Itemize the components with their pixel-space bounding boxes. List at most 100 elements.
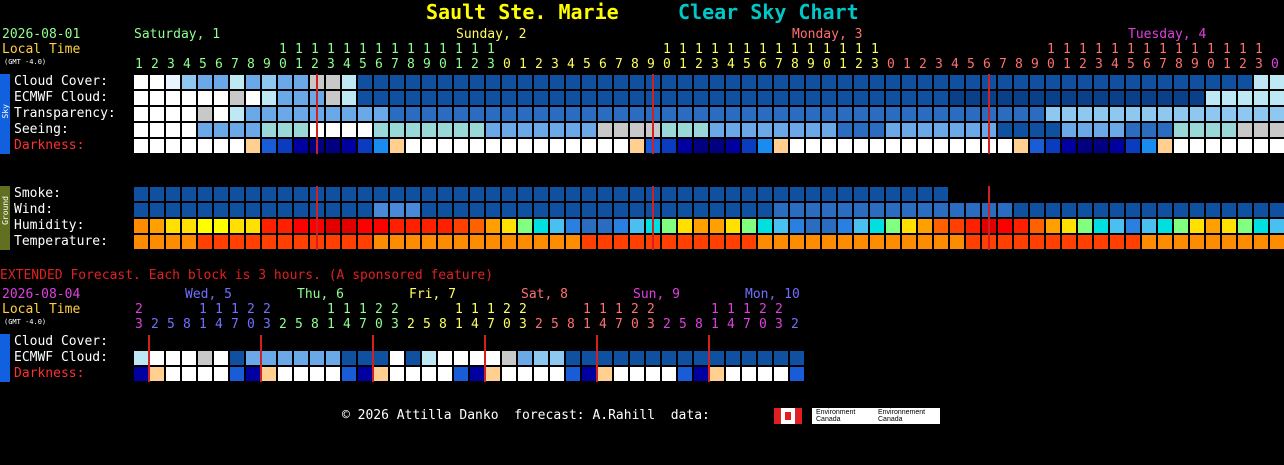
forecast-cell — [230, 139, 244, 153]
humidity-cell — [630, 219, 644, 233]
ext-midnight-line — [372, 335, 374, 382]
humidity-cell — [822, 219, 836, 233]
hour-ones: 5 — [199, 57, 207, 72]
forecast-cell — [838, 75, 852, 89]
forecast-cell — [1126, 139, 1140, 153]
temperature-cell — [502, 235, 516, 249]
wind-cell — [390, 203, 404, 217]
forecast-cell — [1190, 123, 1204, 137]
forecast-cell — [422, 123, 436, 137]
ext-hour-ones: 0 — [247, 317, 255, 332]
ext-hour-ones: 3 — [647, 317, 655, 332]
ext-hour-ones: 2 — [151, 317, 159, 332]
temperature-cell — [838, 235, 852, 249]
wind-cell — [406, 203, 420, 217]
ext-cloud-cell — [726, 351, 740, 365]
smoke-cell — [774, 187, 788, 201]
hour-tens: 1 — [1047, 42, 1055, 57]
forecast-cell — [742, 139, 756, 153]
humidity-cell — [742, 219, 756, 233]
forecast-cell — [374, 123, 388, 137]
humidity-cell — [470, 219, 484, 233]
humidity-cell — [278, 219, 292, 233]
forecast-cell — [1078, 75, 1092, 89]
wind-cell — [662, 203, 676, 217]
temperature-cell — [854, 235, 868, 249]
hour-ones: 5 — [967, 57, 975, 72]
humidity-cell — [582, 219, 596, 233]
forecast-cell — [678, 123, 692, 137]
forecast-cell — [454, 107, 468, 121]
ext-darkness-cell — [310, 367, 324, 381]
hour-ones: 0 — [1047, 57, 1055, 72]
forecast-cell — [998, 75, 1012, 89]
forecast-cell — [246, 75, 260, 89]
forecast-cell — [486, 139, 500, 153]
forecast-cell — [214, 91, 228, 105]
ext-hour-ones: 5 — [167, 317, 175, 332]
ext-cloud-cell — [502, 351, 516, 365]
forecast-cell — [662, 107, 676, 121]
forecast-cell — [934, 139, 948, 153]
ext-cloud-cell — [310, 351, 324, 365]
forecast-cell — [230, 75, 244, 89]
forecast-cell — [998, 91, 1012, 105]
ext-darkness-cell — [406, 367, 420, 381]
forecast-cell — [1142, 139, 1156, 153]
forecast-cell — [838, 139, 852, 153]
forecast-cell — [870, 91, 884, 105]
smoke-cell — [886, 187, 900, 201]
forecast-cell — [742, 75, 756, 89]
humidity-cell — [1158, 219, 1172, 233]
forecast-cell — [1270, 91, 1284, 105]
hour-ones: 3 — [327, 57, 335, 72]
forecast-cell — [1046, 123, 1060, 137]
hour-ones: 2 — [151, 57, 159, 72]
forecast-cell — [1238, 75, 1252, 89]
ext-darkness-cell — [326, 367, 340, 381]
forecast-cell — [1222, 75, 1236, 89]
row-label: ECMWF Cloud: — [14, 90, 108, 105]
forecast-cell — [470, 75, 484, 89]
forecast-cell — [950, 91, 964, 105]
forecast-cell — [1062, 75, 1076, 89]
forecast-cell — [918, 123, 932, 137]
forecast-cell — [1014, 75, 1028, 89]
forecast-cell — [934, 75, 948, 89]
forecast-cell — [262, 123, 276, 137]
ext-cloud-cell — [678, 351, 692, 365]
temperature-cell — [342, 235, 356, 249]
humidity-cell — [1238, 219, 1252, 233]
humidity-cell — [550, 219, 564, 233]
ext-midnight-line — [260, 335, 262, 382]
humidity-cell — [182, 219, 196, 233]
wind-cell — [1110, 203, 1124, 217]
smoke-cell — [902, 187, 916, 201]
forecast-cell — [1110, 123, 1124, 137]
hour-ones: 8 — [1015, 57, 1023, 72]
humidity-cell — [326, 219, 340, 233]
hour-ones: 1 — [455, 57, 463, 72]
humidity-cell — [262, 219, 276, 233]
wind-cell — [598, 203, 612, 217]
humidity-cell — [902, 219, 916, 233]
temperature-cell — [598, 235, 612, 249]
temperature-cell — [518, 235, 532, 249]
forecast-cell — [1270, 139, 1284, 153]
smoke-cell — [678, 187, 692, 201]
forecast-cell — [214, 75, 228, 89]
ext-hour-ones: 4 — [215, 317, 223, 332]
row-label: Transparency: — [14, 106, 116, 121]
temperature-cell — [1238, 235, 1252, 249]
wind-cell — [502, 203, 516, 217]
smoke-cell — [502, 187, 516, 201]
temperature-cell — [566, 235, 580, 249]
ext-cloud-cell — [198, 351, 212, 365]
forecast-cell — [182, 91, 196, 105]
ext-hour-tens: 1 — [727, 302, 735, 317]
forecast-cell — [1254, 139, 1268, 153]
smoke-cell — [342, 187, 356, 201]
forecast-cell — [550, 75, 564, 89]
ext-cloud-cell — [406, 351, 420, 365]
wind-cell — [422, 203, 436, 217]
